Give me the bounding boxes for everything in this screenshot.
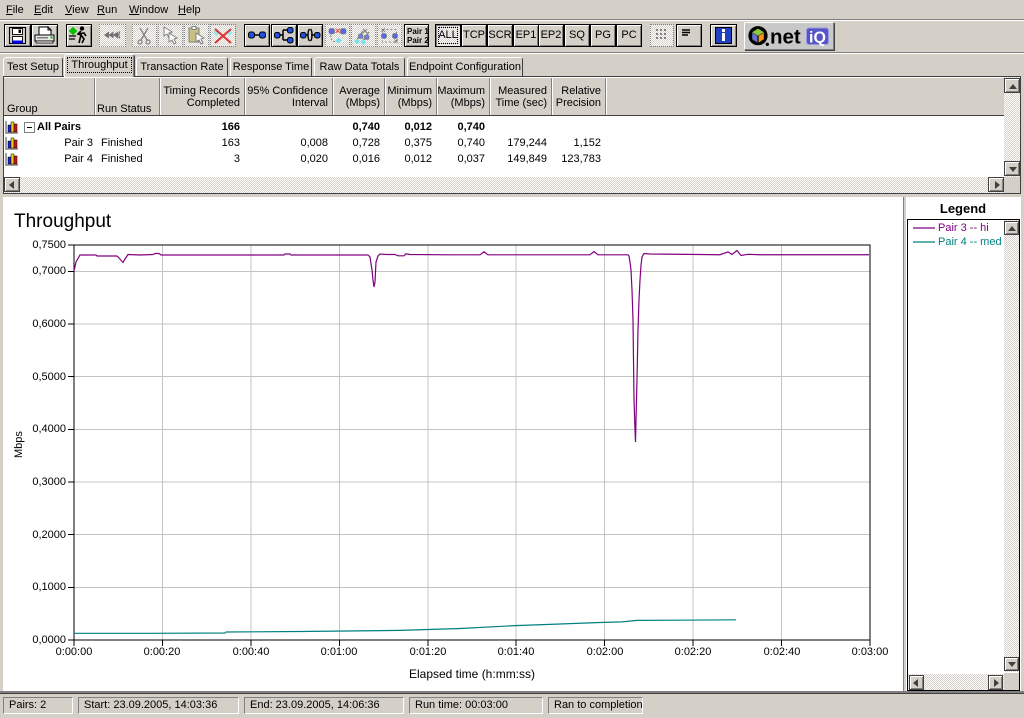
svg-text:net: net — [770, 26, 801, 49]
svg-text:iQ: iQ — [809, 30, 826, 47]
